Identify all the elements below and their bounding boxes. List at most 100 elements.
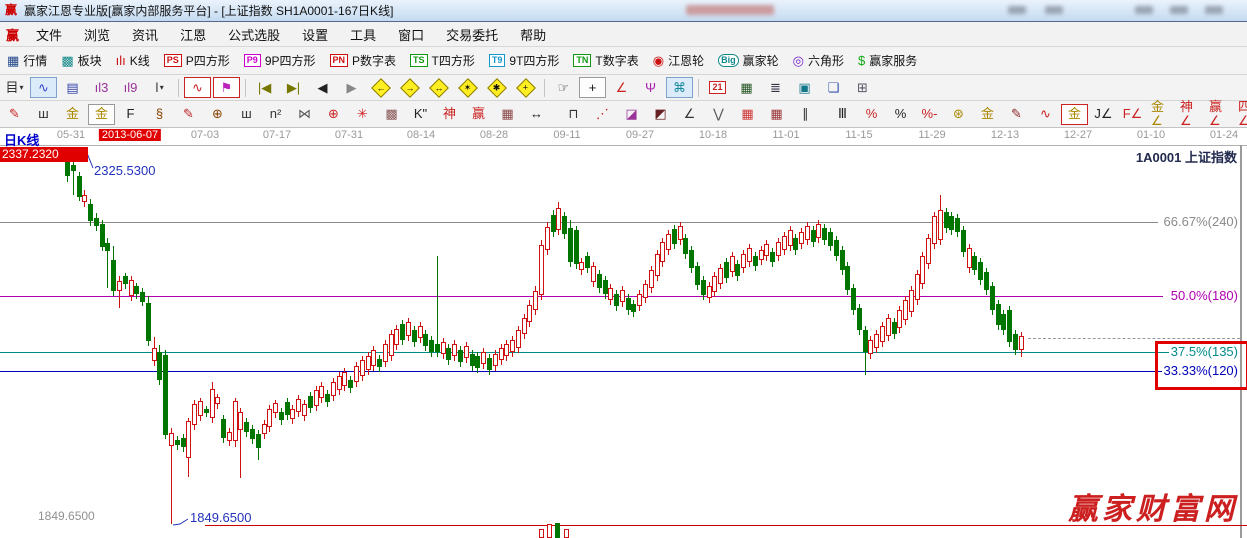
t-number-table-button[interactable]: TNT数字表 [566, 50, 645, 72]
span-arrows-tool-button[interactable]: ↔ [523, 104, 550, 125]
grid-arrow-tool-button[interactable]: ▦ [763, 104, 790, 125]
shift-right-button[interactable]: → [396, 77, 423, 98]
f-scale-tool-button[interactable]: F [117, 104, 144, 125]
n-square-tool-button[interactable]: n² [262, 104, 289, 125]
quotes-button[interactable]: ▦行情 [0, 50, 54, 72]
ruler-123-tool-button[interactable]: ▦ [494, 104, 521, 125]
export-data-button[interactable]: ❏ [820, 77, 847, 98]
time-scale-tool-button[interactable]: ш [233, 104, 260, 125]
percent-line-tool-button[interactable]: %- [916, 104, 943, 125]
pen-scale-tool-button[interactable]: ✎ [175, 104, 202, 125]
gold-scale-a-tool-button[interactable]: 金 [59, 104, 86, 125]
next-bar-button[interactable]: ▶ [338, 77, 365, 98]
si-angle-tool-button[interactable]: 四∠ [1235, 104, 1247, 125]
zigzag-overlay-button[interactable]: ∿ [184, 77, 211, 98]
circle-cross-tool-button[interactable]: ⊕ [320, 104, 347, 125]
first-page-button[interactable]: |◀ [251, 77, 278, 98]
box-frame-tool-button[interactable]: ⊓ [560, 104, 587, 125]
menu-item-1[interactable]: 浏览 [73, 25, 121, 44]
winner-service-button[interactable]: $赢家服务 [851, 50, 924, 72]
candle-width-button[interactable]: ǀ▾ [146, 77, 173, 98]
gold-angle-tool-button[interactable]: 金∠ [1148, 104, 1175, 125]
info-panel-button[interactable]: ▤ [59, 77, 86, 98]
menu-item-5[interactable]: 设置 [291, 25, 339, 44]
menu-item-3[interactable]: 江恩 [169, 25, 217, 44]
kline-button[interactable]: ılıK线 [109, 50, 157, 72]
spiral-tool-button[interactable]: § [146, 104, 173, 125]
menu-item-2[interactable]: 资讯 [121, 25, 169, 44]
compress-bars-button[interactable]: ✶ [454, 77, 481, 98]
shen-angle-tool-button[interactable]: 神∠ [1177, 104, 1204, 125]
spiderweb-tool-button[interactable]: ▩ [378, 104, 405, 125]
grid-arrow-tool-icon: ▦ [770, 107, 782, 121]
candle-wick [437, 256, 438, 357]
win-angle-tool-button[interactable]: 赢∠ [1206, 104, 1233, 125]
candle [360, 360, 365, 376]
chart-period-button[interactable]: 目▾ [1, 77, 28, 98]
t-square-button[interactable]: TST四方形 [403, 50, 482, 72]
drag-hand-tool-button[interactable]: ☞ [550, 77, 577, 98]
win-grid-tool-button[interactable]: 赢 [465, 104, 492, 125]
ratio-bars-tool-button[interactable]: Ⅲ [829, 104, 856, 125]
multi-angle-tool-button[interactable]: ∠ [676, 104, 703, 125]
wave-flag-tool-button[interactable]: ⚑ [213, 77, 240, 98]
kline-minor-9-button[interactable]: ıl9 [117, 77, 144, 98]
v-marker-tool-button[interactable]: ⋁ [705, 104, 732, 125]
hexagon-button[interactable]: ◎六角形 [786, 50, 851, 72]
parallel-lines-tool-button[interactable]: ∥ [792, 104, 819, 125]
percent-tool-button[interactable]: % [887, 104, 914, 125]
last-page-button[interactable]: ▶| [280, 77, 307, 98]
chart-area[interactable]: 05-312013-06-0707-0307-1707-3108-1408-28… [0, 128, 1247, 538]
candle [383, 344, 388, 362]
percent-slash-tool-button[interactable]: % [858, 104, 885, 125]
k-line-mark-tool-button[interactable]: K" [407, 104, 434, 125]
calculator-tool-button[interactable]: ▦ [733, 77, 760, 98]
kline-minor-3-button[interactable]: ıl3 [88, 77, 115, 98]
gold-level-tool-button[interactable]: 金 [974, 104, 1001, 125]
gann-split-tool-button[interactable]: Ψ [637, 77, 664, 98]
gold-circle-tool-button[interactable]: ⊛ [945, 104, 972, 125]
menu-item-8[interactable]: 交易委托 [435, 25, 509, 44]
fan-box-solid-tool-button[interactable]: ◩ [647, 104, 674, 125]
sectors-button[interactable]: ▩板块 [54, 50, 108, 72]
menu-item-7[interactable]: 窗口 [387, 25, 435, 44]
prev-bar-button[interactable]: ◀ [309, 77, 336, 98]
p-square-button[interactable]: PSP四方形 [157, 50, 237, 72]
gann-pen-tool-button[interactable]: ✎ [1, 104, 28, 125]
menu-item-0[interactable]: 文件 [25, 25, 73, 44]
calendar-tool-button[interactable]: 21 [704, 77, 731, 98]
9p-square-button[interactable]: P99P四方形 [237, 50, 323, 72]
wave-percent-tool-button[interactable]: ∿ [1032, 104, 1059, 125]
angle-measure-tool-button[interactable]: ∠ [608, 77, 635, 98]
gann-fan-tool-button[interactable]: ⋰ [589, 104, 616, 125]
crosshair-tool-button[interactable]: + [579, 77, 606, 98]
menu-item-6[interactable]: 工具 [339, 25, 387, 44]
mirror-angle-tool-button[interactable]: ⋈ [291, 104, 318, 125]
expand-bars-button[interactable]: ✱ [483, 77, 510, 98]
time-wheel-tool-button[interactable]: ⊕ [204, 104, 231, 125]
f-angle-tool-button[interactable]: F∠ [1119, 104, 1146, 125]
gold-scale-b-tool-button[interactable]: 金 [88, 104, 115, 125]
gold-box-tool-button[interactable]: 金 [1061, 104, 1088, 125]
menu-item-9[interactable]: 帮助 [509, 25, 557, 44]
gann-maze-tool-button[interactable]: ⌘ [666, 77, 693, 98]
print-button[interactable]: ⊞ [849, 77, 876, 98]
shen-grid-tool-button[interactable]: 神 [436, 104, 463, 125]
notes-report-button[interactable]: ≣ [762, 77, 789, 98]
9t-square-button[interactable]: T99T四方形 [482, 50, 567, 72]
p-number-table-button[interactable]: PNP数字表 [323, 50, 404, 72]
gann-wheel-button[interactable]: ◉江恩轮 [646, 50, 711, 72]
dense-grid-tool-button[interactable]: ▦ [734, 104, 761, 125]
j-angle-tool-button[interactable]: J∠ [1090, 104, 1117, 125]
winner-wheel-button[interactable]: Big赢家轮 [711, 50, 786, 72]
save-image-button[interactable]: ▣ [791, 77, 818, 98]
fit-screen-button[interactable]: + [512, 77, 539, 98]
shift-left-button[interactable]: ← [367, 77, 394, 98]
wave-band-tool-button[interactable]: ∿ [30, 77, 57, 98]
pen-percent-tool-button[interactable]: ✎ [1003, 104, 1030, 125]
star-rays-tool-button[interactable]: ✳ [349, 104, 376, 125]
menu-item-4[interactable]: 公式选股 [217, 25, 291, 44]
price-scale-tool-button[interactable]: ш [30, 104, 57, 125]
fan-box-tool-button[interactable]: ◪ [618, 104, 645, 125]
expand-horizontal-button[interactable]: ↔ [425, 77, 452, 98]
